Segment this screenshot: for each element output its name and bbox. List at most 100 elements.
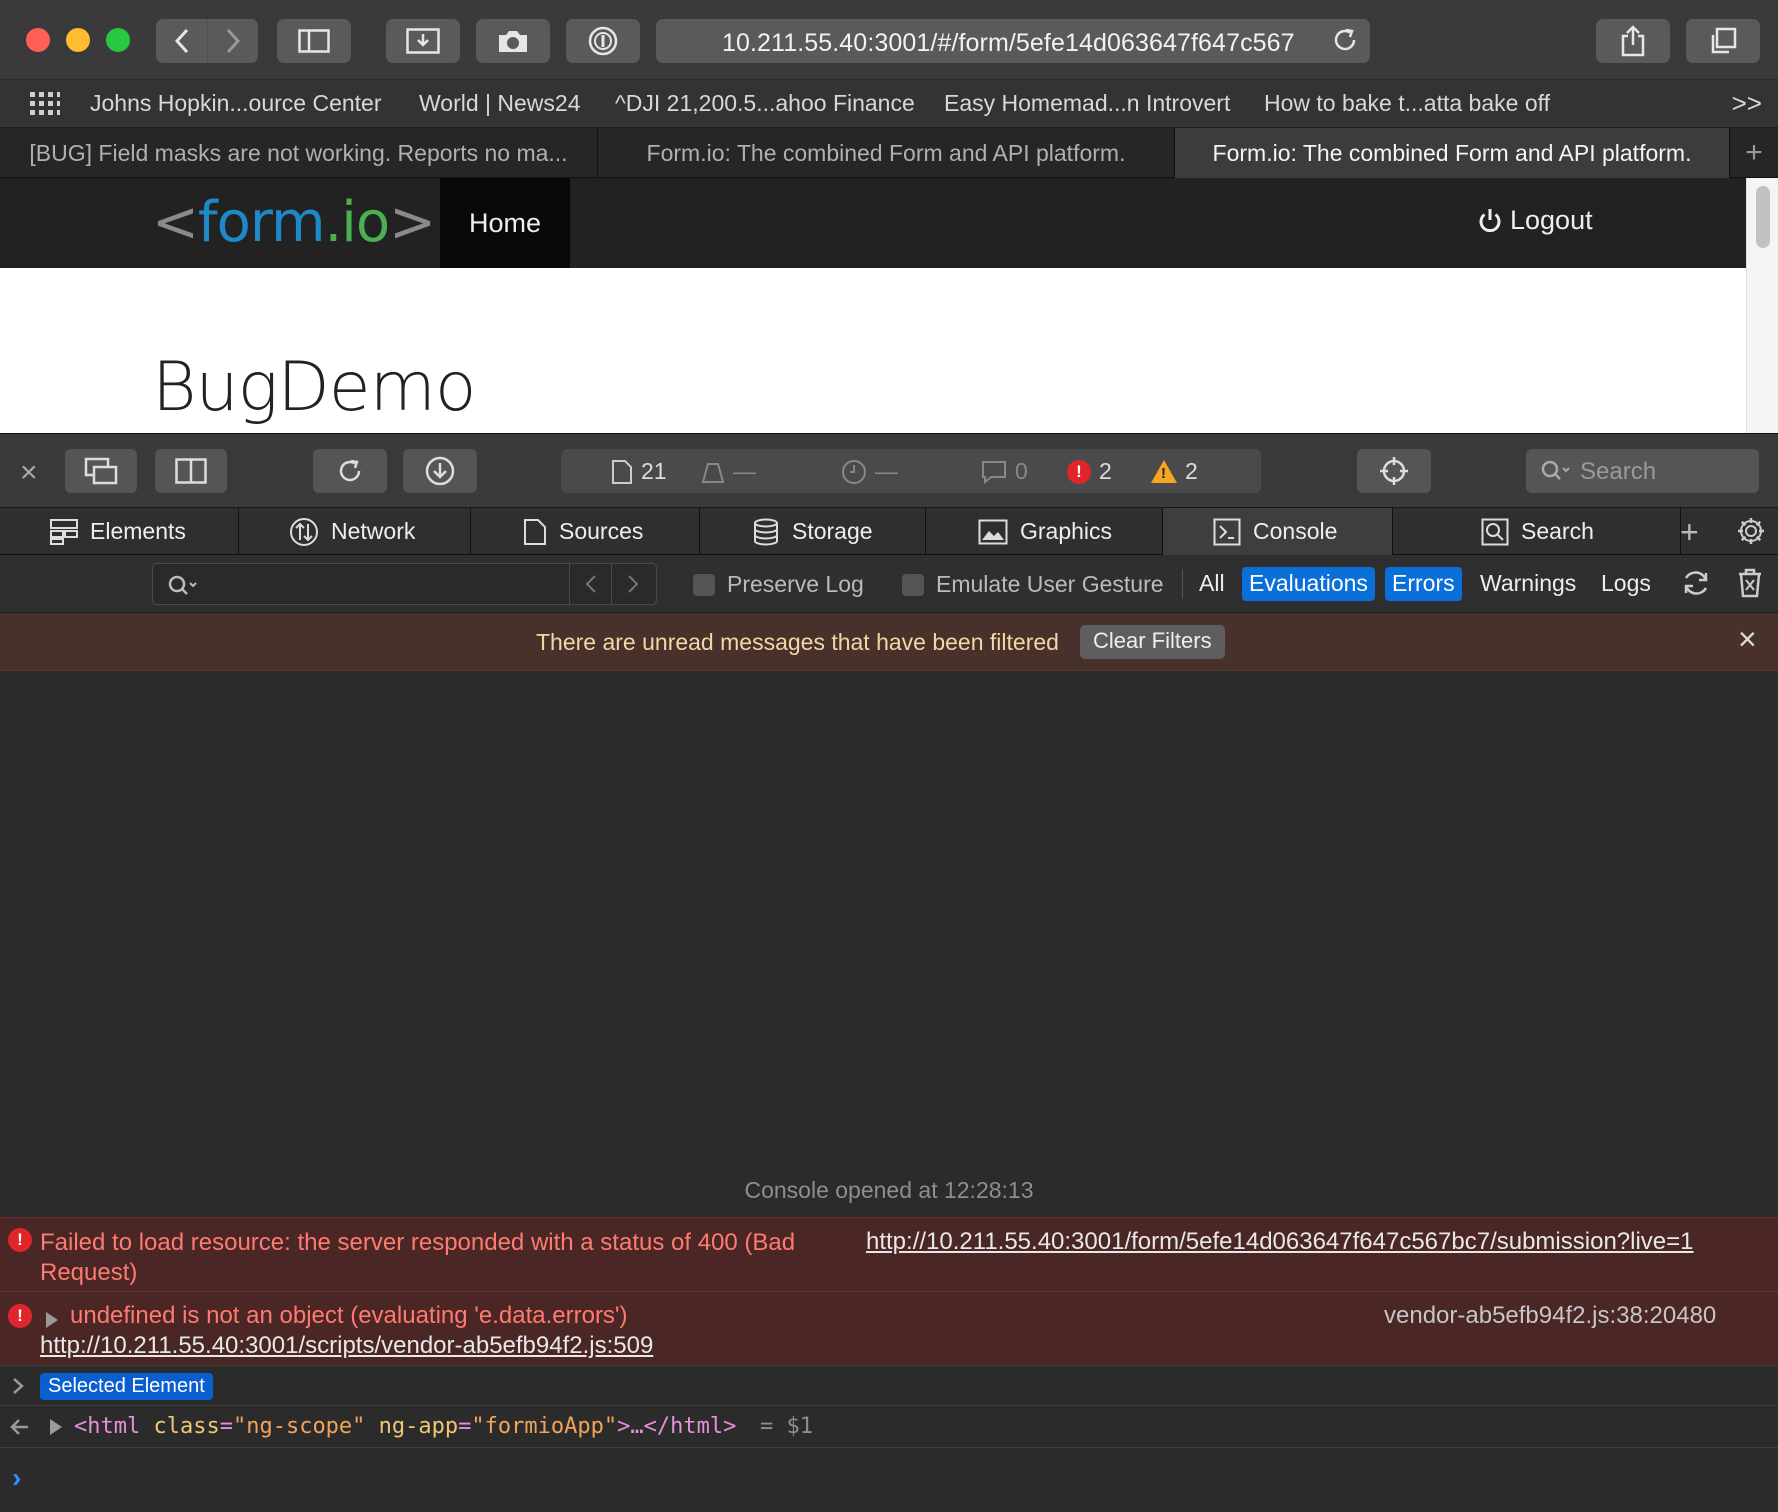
reload-icon [339,459,361,482]
nav-home-link[interactable]: Home [440,178,570,268]
minimize-window-button[interactable] [66,28,90,52]
detach-inspector-button[interactable] [65,449,137,493]
new-tab-button[interactable]: + [1730,128,1778,178]
share-button[interactable] [1596,19,1670,63]
weight-icon [701,462,725,483]
download-archive-button[interactable] [403,449,477,493]
clear-filters-button[interactable]: Clear Filters [1080,625,1225,659]
tab-network[interactable]: Network [239,508,471,555]
formio-logo[interactable]: <form.io> [152,190,436,255]
tab-search[interactable]: Search [1393,508,1681,555]
console-selected-element-row[interactable]: Selected Element [0,1365,1778,1405]
error-script-link[interactable]: http://10.211.55.40:3001/scripts/vendor-… [40,1332,653,1360]
network-icon [290,517,318,546]
inspector-toolbar: × 21 — — 0 ! 2 ! 2 Search [0,433,1778,508]
grid-icon[interactable] [30,92,60,116]
favorites-more-button[interactable]: >> [1732,88,1762,119]
filtered-messages-banner: There are unread messages that have been… [0,613,1778,671]
browser-toolbar: 10.211.55.40:3001/#/form/5efe14d063647f6… [0,0,1778,80]
close-icon[interactable]: × [1738,621,1757,658]
favorite-item[interactable]: ^DJI 21,200.5...ahoo Finance [615,90,915,117]
forward-button[interactable] [207,19,258,63]
tab-sources[interactable]: Sources [471,508,700,555]
sidebar-button[interactable] [277,19,351,63]
level-errors-button[interactable]: Errors [1385,567,1462,601]
reload-page-button[interactable] [313,449,387,493]
tab-label: Console [1253,518,1338,544]
tab-elements[interactable]: Elements [0,508,239,555]
error-text: undefined is not an object (evaluating '… [70,1302,628,1329]
filter-next-button[interactable] [611,564,653,604]
gear-icon[interactable] [1736,516,1766,546]
search-placeholder: Search [1580,458,1657,485]
level-logs-button[interactable]: Logs [1594,567,1658,601]
dock-side-button[interactable] [155,449,227,493]
favorite-item[interactable]: Johns Hopkin...ource Center [90,90,382,117]
download-icon [425,456,455,486]
level-warnings-button[interactable]: Warnings [1473,567,1583,601]
page-scrollbar[interactable] [1746,178,1778,433]
preserve-log-checkbox[interactable]: Preserve Log [693,571,864,598]
console-prompt-row[interactable]: › [0,1447,1778,1512]
zoom-window-button[interactable] [106,28,130,52]
console-error-message[interactable]: ! undefined is not an object (evaluating… [0,1291,1778,1365]
tab-graphics[interactable]: Graphics [926,508,1163,555]
tab-console[interactable]: Console [1163,508,1393,555]
add-tab-icon[interactable]: + [1680,514,1699,551]
disclosure-triangle-icon[interactable] [46,1312,58,1328]
screenshot-button[interactable] [476,19,550,63]
favorite-item[interactable]: How to bake t...atta bake off [1264,90,1550,117]
address-bar[interactable]: 10.211.55.40:3001/#/form/5efe14d063647f6… [656,19,1370,63]
tab-storage[interactable]: Storage [700,508,926,555]
source-location-link[interactable]: vendor-ab5efb94f2.js:38:20480 [1384,1302,1716,1330]
activity-viewer[interactable]: 21 — — 0 ! 2 ! 2 [561,449,1261,493]
close-window-button[interactable] [26,28,50,52]
reload-icon[interactable] [1330,25,1360,55]
browser-tab[interactable]: Form.io: The combined Form and API platf… [598,128,1175,178]
screen-capture-button[interactable] [386,19,460,63]
power-icon [1479,208,1501,232]
element-picker-button[interactable] [1357,449,1431,493]
emulate-gesture-checkbox[interactable]: Emulate User Gesture [902,571,1164,598]
inspector-search-field[interactable]: Search [1526,449,1759,493]
filter-divider [1182,569,1183,599]
favorite-item[interactable]: World | News24 [419,90,581,117]
tab-overview-button[interactable] [1686,19,1760,63]
chevron-left-icon [174,28,188,54]
logout-link[interactable]: Logout [1476,205,1593,236]
error-resource-link[interactable]: http://10.211.55.40:3001/form/5efe14d063… [866,1228,1694,1256]
warning-count[interactable]: ! 2 [1151,458,1198,485]
favorite-item[interactable]: Easy Homemad...n Introvert [944,90,1230,117]
browser-tab[interactable]: [BUG] Field masks are not working. Repor… [0,128,598,178]
warning-icon: ! [1151,460,1177,483]
console-filter-input[interactable] [152,563,657,605]
level-evaluations-button[interactable]: Evaluations [1242,567,1375,601]
console-error-message[interactable]: ! Failed to load resource: the server re… [0,1217,1778,1291]
error-count[interactable]: ! 2 [1067,458,1112,485]
elements-icon [50,518,78,545]
message-icon [982,460,1006,484]
checkbox-box[interactable] [693,573,715,596]
back-button[interactable] [156,19,207,63]
console-result-row[interactable]: <html class="ng-scope" ng-app="formioApp… [0,1405,1778,1447]
crosshair-icon [1380,457,1408,485]
auto-clear-icon[interactable] [1680,567,1712,599]
scrollbar-thumb[interactable] [1756,186,1770,248]
password-manager-button[interactable] [566,19,640,63]
level-all-button[interactable]: All [1192,567,1232,601]
disclosure-triangle-icon[interactable] [50,1419,62,1435]
checkbox-label: Preserve Log [727,571,864,597]
html-element-node[interactable]: <html class="ng-scope" ng-app="formioApp… [74,1414,736,1439]
error-text-line: Failed to load resource: the server resp… [40,1229,796,1256]
checkbox-label: Emulate User Gesture [936,571,1164,597]
tab-label: Search [1521,518,1594,544]
close-inspector-icon[interactable]: × [20,456,38,490]
back-forward-group [156,19,258,63]
browser-tab-active[interactable]: Form.io: The combined Form and API platf… [1175,128,1730,178]
page-title: BugDemo [152,348,476,427]
checkbox-box[interactable] [902,573,924,596]
filter-previous-button[interactable] [569,564,611,604]
console-messages: Console opened at 12:28:13 ! Failed to l… [0,671,1778,1512]
trash-icon[interactable] [1736,567,1764,599]
web-page: <form.io> Home Logout BugDemo [0,178,1778,433]
